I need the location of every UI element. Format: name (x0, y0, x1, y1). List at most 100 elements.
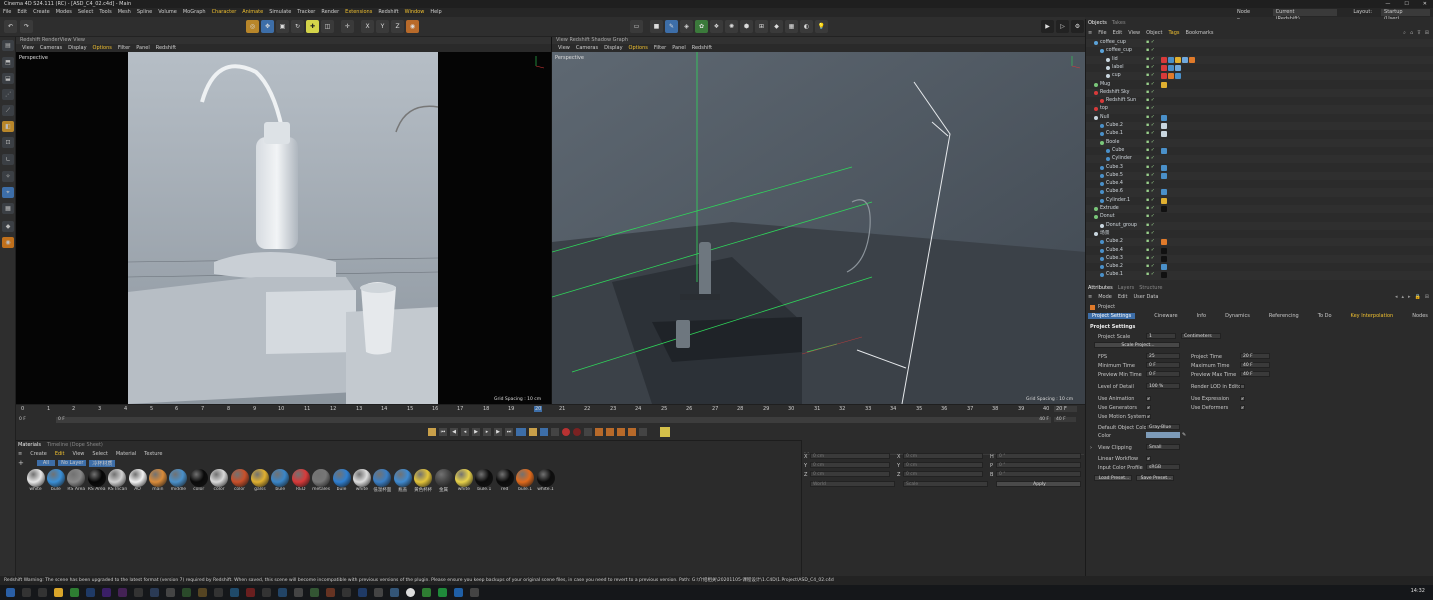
object-row[interactable]: Null ▪ ✓ (1086, 114, 1433, 122)
uv-mode-icon[interactable]: ⊡ (2, 137, 14, 148)
search-icon[interactable]: ⌕ (1403, 30, 1406, 36)
menu-spline[interactable]: Spline (137, 9, 152, 15)
start-frame-field[interactable]: 0 F (19, 417, 26, 422)
menu-icon[interactable]: ≡ (18, 451, 22, 457)
render-active-icon[interactable]: ▷ (1056, 20, 1069, 33)
scale-key-icon[interactable] (617, 428, 625, 436)
app-icon-19[interactable] (454, 588, 463, 597)
live-selection-icon[interactable]: ◎ (246, 20, 259, 33)
deformer-icon[interactable]: ❖ (710, 20, 723, 33)
axis-tool-icon[interactable]: ✛ (341, 20, 354, 33)
visibility-check-icon[interactable]: ▪ ✓ (1146, 172, 1155, 180)
param-key-icon[interactable] (628, 428, 636, 436)
object-row[interactable]: Cube.6 ▪ ✓ (1086, 188, 1433, 197)
obj-menu-view[interactable]: View (1128, 30, 1140, 36)
app-icon-6[interactable] (214, 588, 223, 597)
floor-icon[interactable]: ◆ (770, 20, 783, 33)
menu-volume[interactable]: Volume (158, 9, 177, 15)
light-icon[interactable]: ◐ (800, 20, 813, 33)
render-region-icon[interactable]: ▭ (630, 20, 643, 33)
menu-help[interactable]: Help (430, 9, 441, 15)
cinema4d-taskbar-icon[interactable] (406, 588, 415, 597)
new-view-icon[interactable]: ⊞ (1425, 30, 1429, 36)
vp-menu-display[interactable]: Display (68, 45, 86, 51)
menu-tracker[interactable]: Tracker (297, 9, 315, 15)
subtab-todo[interactable]: To Do (1318, 313, 1332, 319)
vp-menu-filter[interactable]: Filter (118, 45, 130, 51)
object-row[interactable]: Extrude ▪ ✓ (1086, 205, 1433, 214)
go-start-icon[interactable]: ⏮ (439, 428, 447, 436)
size-z-field[interactable]: 0 cm (903, 471, 983, 477)
wechat-icon[interactable] (438, 588, 447, 597)
app-icon-12[interactable] (310, 588, 319, 597)
visibility-check-icon[interactable]: ▪ ✓ (1146, 89, 1155, 97)
linear-workflow-checkbox[interactable]: ✓ (1146, 456, 1151, 461)
tab-objects[interactable]: Objects (1088, 20, 1107, 26)
render-lod-checkbox[interactable] (1240, 384, 1245, 389)
mat-menu-create[interactable]: Create (30, 451, 47, 457)
redshift-icon[interactable]: ◉ (2, 237, 14, 248)
snap-icon[interactable]: ⌖ (2, 187, 14, 198)
subtab-key-interpolation[interactable]: Key Interpolation (1351, 313, 1394, 319)
add-layer-icon[interactable]: + (18, 459, 24, 467)
world-select[interactable]: World (810, 481, 895, 487)
edges-mode-icon[interactable]: ⟋ (2, 105, 14, 116)
range-slider[interactable]: 0 F 40 F (56, 417, 1051, 423)
x-axis-icon[interactable]: X (361, 20, 374, 33)
preview-max-field[interactable]: 40 F (1240, 371, 1270, 377)
menu-character[interactable]: Character (212, 9, 237, 15)
material-swatch[interactable]: color (230, 469, 249, 492)
material-swatch[interactable]: RED (291, 469, 310, 492)
material-tag-icon[interactable] (1175, 73, 1181, 80)
material-tag-icon[interactable] (1161, 206, 1167, 212)
y-axis-icon[interactable]: Y (376, 20, 389, 33)
start-icon[interactable] (6, 588, 15, 597)
material-tag-icon[interactable] (1161, 247, 1167, 254)
material-swatch[interactable]: 金属 (434, 469, 453, 493)
app-icon-18[interactable] (422, 588, 431, 597)
render-view-icon[interactable]: ▶ (1041, 20, 1054, 33)
size-x-field[interactable]: 0 cm (903, 453, 983, 459)
left-viewport-canvas[interactable]: Perspective Grid Spacing : 10 cm (16, 52, 551, 404)
material-tag-icon[interactable] (1168, 56, 1174, 63)
material-swatch[interactable]: bule (271, 469, 290, 492)
material-tag-icon[interactable] (1161, 114, 1167, 121)
material-swatch[interactable]: RS Area (67, 469, 86, 492)
auto-key-icon[interactable] (573, 428, 581, 436)
object-row[interactable]: Cube.2 ▪ ✓ (1086, 238, 1433, 247)
node-space-select[interactable]: Current (Redshift) (1272, 9, 1338, 22)
subtab-info[interactable]: Info (1197, 313, 1206, 319)
use-generators-checkbox[interactable]: ✓ (1146, 405, 1151, 410)
visibility-check-icon[interactable]: ▪ ✓ (1146, 155, 1155, 163)
chrome-icon[interactable] (70, 588, 79, 597)
visibility-check-icon[interactable]: ▪ ✓ (1146, 97, 1155, 105)
visibility-check-icon[interactable]: ▪ ✓ (1146, 47, 1155, 55)
object-row[interactable]: Cube.1 ▪ ✓ (1086, 130, 1433, 138)
material-swatch[interactable]: galss (250, 469, 269, 492)
material-swatch[interactable]: red (495, 469, 514, 492)
material-swatch[interactable]: middle (169, 469, 188, 492)
visibility-check-icon[interactable]: ▪ ✓ (1146, 72, 1155, 80)
subtab-nodes[interactable]: Nodes (1412, 313, 1428, 319)
scale-icon[interactable]: ▣ (276, 20, 289, 33)
visibility-check-icon[interactable]: ▪ ✓ (1146, 56, 1155, 64)
attr-menu-edit[interactable]: Edit (1118, 294, 1128, 300)
select-model-icon[interactable]: ◫ (321, 20, 334, 33)
subtab-dynamics[interactable]: Dynamics (1225, 313, 1250, 319)
prev-frame-icon[interactable]: ◂ (461, 428, 469, 436)
subtab-project-settings[interactable]: Project Settings (1088, 313, 1136, 319)
visibility-check-icon[interactable]: ▪ ✓ (1146, 64, 1155, 72)
object-row[interactable]: 场景 ▪ ✓ (1086, 230, 1433, 238)
material-tag-icon[interactable] (1189, 56, 1195, 63)
vp-menu-display-right[interactable]: Display (604, 45, 622, 51)
material-swatch[interactable]: RS Area (87, 469, 106, 492)
visibility-check-icon[interactable]: ▪ ✓ (1146, 39, 1155, 47)
material-swatch[interactable]: bule (332, 469, 351, 492)
pos-x-field[interactable]: 0 cm (810, 453, 890, 459)
visibility-check-icon[interactable]: ▪ ✓ (1146, 139, 1155, 147)
object-row[interactable]: Redshift Sun ▪ ✓ (1086, 97, 1433, 105)
tab-materials[interactable]: Materials (18, 442, 41, 448)
loop-icon[interactable] (516, 428, 526, 436)
app-icon-7[interactable] (230, 588, 239, 597)
app-icon-14[interactable] (342, 588, 351, 597)
